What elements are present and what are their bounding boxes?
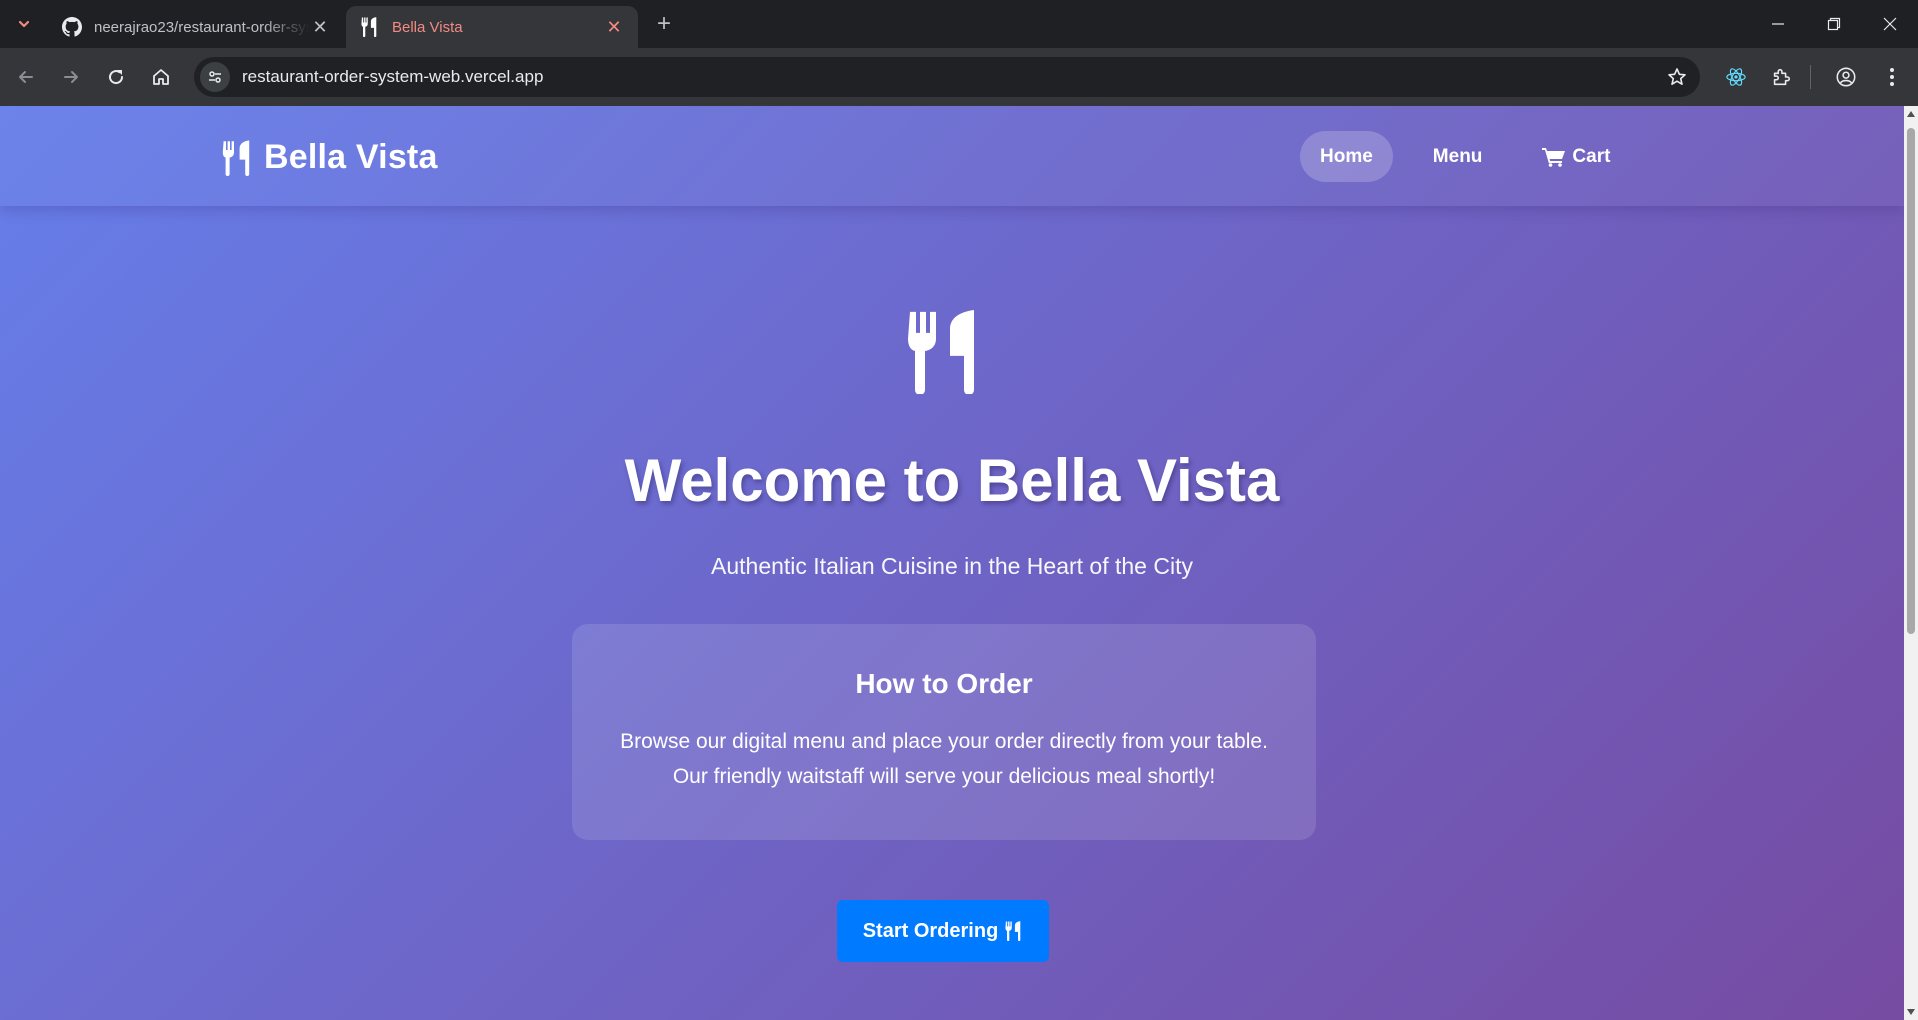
hero-subtitle: Authentic Italian Cuisine in the Heart o… [711, 553, 1193, 579]
card-title: How to Order [855, 668, 1033, 699]
utensils-icon [906, 310, 986, 395]
scroll-down-arrow[interactable] [1904, 1004, 1918, 1020]
browser-tab-strip: neerajrao23/restaurant-order-system ✕ Be… [0, 0, 1918, 48]
close-tab-icon[interactable]: ✕ [604, 17, 624, 37]
react-devtools-extension[interactable] [1720, 61, 1752, 93]
chevron-down-icon [18, 20, 30, 28]
browser-tab-bella-vista[interactable]: Bella Vista ✕ [346, 6, 638, 48]
site-nav: Home Menu Cart [1300, 131, 1630, 182]
site-info-button[interactable] [200, 62, 230, 92]
github-icon [62, 17, 82, 37]
home-icon [153, 69, 169, 85]
account-icon [1836, 67, 1856, 87]
triangle-up-icon [1907, 111, 1915, 117]
react-icon [1726, 68, 1746, 86]
browser-tab-github[interactable]: neerajrao23/restaurant-order-system ✕ [48, 6, 344, 48]
minimize-button[interactable] [1750, 0, 1806, 48]
more-vertical-icon [1890, 68, 1894, 86]
arrow-right-icon [64, 71, 78, 83]
restore-icon [1827, 17, 1841, 31]
close-window-button[interactable] [1862, 0, 1918, 48]
close-icon [1883, 17, 1897, 31]
profile-button[interactable] [1830, 61, 1862, 93]
brand-logo[interactable]: Bella Vista [222, 138, 438, 177]
forward-button[interactable] [53, 59, 89, 95]
tab-title: neerajrao23/restaurant-order-system [94, 18, 310, 36]
cta-label: Start Ordering [862, 919, 999, 942]
utensils-icon [222, 139, 250, 176]
close-tab-icon[interactable]: ✕ [310, 17, 330, 37]
triangle-down-icon [1907, 1009, 1915, 1015]
nav-cart-label: Cart [1572, 145, 1611, 167]
browser-toolbar: restaurant-order-system-web.vercel.app [0, 48, 1918, 106]
brand-name: Bella Vista [264, 138, 438, 176]
card-text: Browse our digital menu and place your o… [620, 730, 1268, 788]
puzzle-icon [1773, 68, 1791, 86]
site-navbar: Bella Vista Home Menu Cart [0, 106, 1904, 206]
nav-menu-link[interactable]: Menu [1413, 131, 1503, 182]
reload-button[interactable] [98, 59, 134, 95]
scrollbar-thumb[interactable] [1907, 128, 1915, 634]
page-viewport: Bella Vista Home Menu Cart Welcome to Be… [0, 106, 1904, 1020]
hero-title: Welcome to Bella Vista [624, 447, 1280, 514]
bookmark-button[interactable] [1666, 66, 1688, 88]
cart-icon [1542, 147, 1566, 167]
nav-home-link[interactable]: Home [1300, 131, 1393, 182]
utensils-icon [360, 17, 380, 37]
tab-title: Bella Vista [392, 18, 463, 36]
nav-cart-link[interactable]: Cart [1522, 131, 1630, 182]
start-ordering-button[interactable]: Start Ordering [837, 900, 1049, 962]
toolbar-divider [1810, 65, 1811, 89]
back-button[interactable] [8, 59, 44, 95]
page-scrollbar[interactable] [1904, 106, 1918, 1020]
reload-icon [109, 70, 124, 85]
how-to-order-card: How to Order Browse our digital menu and… [572, 624, 1316, 840]
address-bar[interactable]: restaurant-order-system-web.vercel.app [194, 57, 1700, 97]
url-text: restaurant-order-system-web.vercel.app [242, 67, 544, 86]
scroll-up-arrow[interactable] [1904, 106, 1918, 122]
extensions-button[interactable] [1765, 61, 1797, 93]
tab-search-button[interactable] [8, 8, 40, 40]
home-button[interactable] [143, 59, 179, 95]
browser-menu-button[interactable] [1876, 61, 1908, 93]
restore-button[interactable] [1806, 0, 1862, 48]
star-icon [1668, 68, 1686, 85]
new-tab-button[interactable]: + [650, 10, 678, 38]
arrow-left-icon [19, 71, 33, 83]
minimize-icon [1772, 23, 1784, 25]
utensils-icon [1005, 921, 1023, 941]
tune-icon [209, 71, 221, 83]
